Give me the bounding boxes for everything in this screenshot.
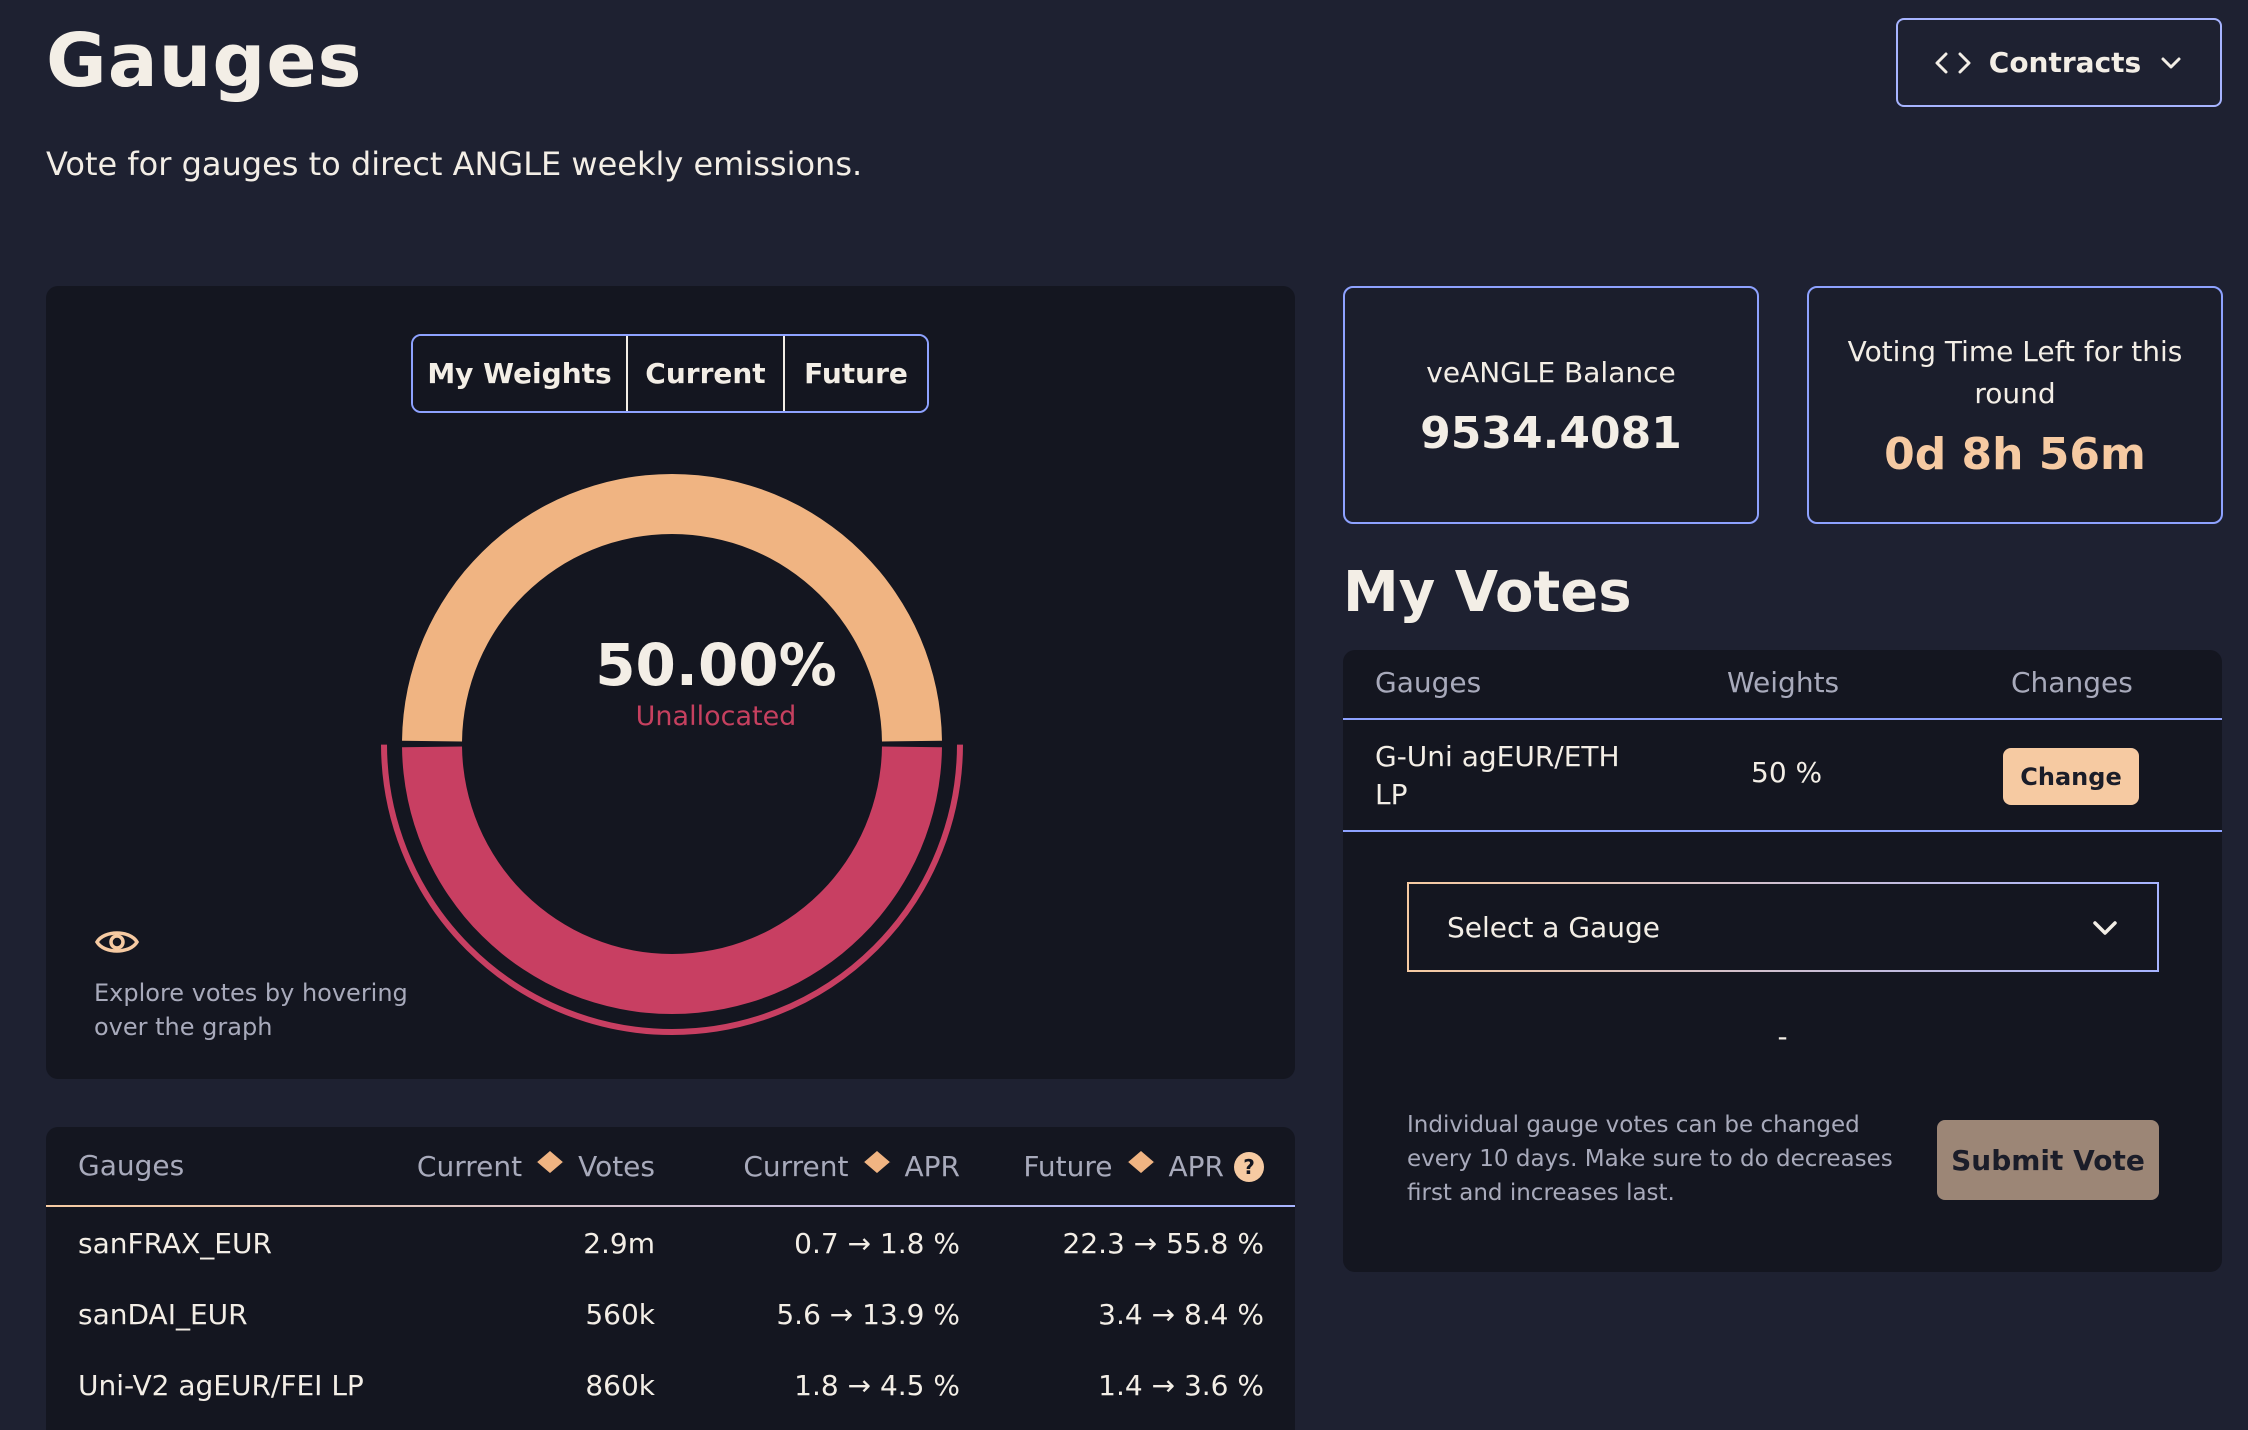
tab-future[interactable]: Future bbox=[785, 336, 927, 411]
voting-time-label: Voting Time Left for this round bbox=[1847, 334, 2183, 410]
header-changes: Changes bbox=[2011, 666, 2133, 699]
gauge-votes: 2.9m bbox=[583, 1227, 655, 1260]
gauge-votes: 860k bbox=[585, 1369, 655, 1402]
gauge-name: sanFRAX_EUR bbox=[78, 1227, 272, 1260]
tab-current[interactable]: Current bbox=[628, 336, 785, 411]
my-votes-panel: Gauges Weights Changes G-Uni agEUR/ETH L… bbox=[1343, 650, 2222, 1272]
header-gauges: Gauges bbox=[78, 1149, 185, 1182]
vote-rules-note: Individual gauge votes can be changed ev… bbox=[1407, 1112, 1893, 1206]
gauge-future-apr: 1.4 → 3.6 % bbox=[1098, 1369, 1264, 1402]
header-current-votes[interactable]: Current Votes bbox=[417, 1149, 655, 1184]
select-gauge-placeholder: Select a Gauge bbox=[1447, 910, 1660, 944]
donut-slice-unallocated[interactable] bbox=[402, 746, 942, 1015]
vote-row: G-Uni agEUR/ETH LP 50 % Change bbox=[1343, 720, 2222, 832]
gauges-table-header: Gauges Current Votes Current APR Future … bbox=[46, 1127, 1295, 1207]
gauge-current-apr: 1.8 → 4.5 % bbox=[794, 1369, 960, 1402]
header-current-apr-sub: APR bbox=[904, 1150, 961, 1183]
contracts-label: Contracts bbox=[1988, 46, 2142, 79]
balance-label: veANGLE Balance bbox=[1426, 355, 1676, 389]
gauge-future-apr: 22.3 → 55.8 % bbox=[1062, 1227, 1264, 1260]
gauge-current-apr: 0.7 → 1.8 % bbox=[794, 1227, 960, 1260]
header-future-apr-label: Future bbox=[1023, 1150, 1113, 1183]
select-gauge-dropdown[interactable]: Select a Gauge bbox=[1407, 882, 2159, 972]
gauges-table: Gauges Current Votes Current APR Future … bbox=[46, 1127, 1295, 1430]
gauge-votes: 560k bbox=[585, 1298, 655, 1331]
explore-hint: Explore votes by hovering over the graph bbox=[94, 926, 414, 1044]
table-row[interactable]: sanFRAX_EUR 2.9m 0.7 → 1.8 % 22.3 → 55.8… bbox=[46, 1207, 1295, 1278]
gauge-name: Uni-V2 agEUR/FEI LP bbox=[78, 1369, 364, 1402]
weights-donut-chart[interactable] bbox=[372, 444, 972, 1044]
sort-arrows-icon[interactable] bbox=[532, 1149, 568, 1184]
header-gauges: Gauges bbox=[1375, 666, 1482, 699]
change-button[interactable]: Change bbox=[2003, 748, 2139, 805]
weights-chart-card: My Weights Current Future 50.00% Unalloc… bbox=[46, 286, 1295, 1079]
header-current-apr-label: Current bbox=[743, 1150, 849, 1183]
header-current-apr[interactable]: Current APR bbox=[743, 1149, 960, 1184]
donut-center: 50.00% Unallocated bbox=[506, 631, 926, 732]
tab-my-weights[interactable]: My Weights bbox=[413, 336, 628, 411]
gauge-name: sanDAI_EUR bbox=[78, 1298, 248, 1331]
chevron-down-icon bbox=[2159, 55, 2183, 71]
header-weights: Weights bbox=[1727, 666, 1840, 699]
chevron-down-icon bbox=[2091, 911, 2119, 944]
vote-gauge-name: G-Uni agEUR/ETH LP bbox=[1375, 740, 1620, 811]
sort-arrows-icon[interactable] bbox=[859, 1149, 895, 1184]
vote-weight: 50 % bbox=[1751, 756, 1823, 789]
my-votes-header: Gauges Weights Changes bbox=[1343, 650, 2222, 720]
header-future-apr-sub: APR bbox=[1168, 1150, 1225, 1183]
contracts-dropdown-button[interactable]: Contracts bbox=[1896, 18, 2222, 107]
sort-arrows-icon[interactable] bbox=[1123, 1149, 1159, 1184]
header-current-votes-label: Current bbox=[416, 1150, 523, 1183]
table-row[interactable]: sanDAI_EUR 560k 5.6 → 13.9 % 3.4 → 8.4 % bbox=[46, 1278, 1295, 1349]
eye-icon bbox=[94, 931, 140, 962]
explore-text: Explore votes by hovering over the graph bbox=[94, 979, 408, 1041]
voting-time-card: Voting Time Left for this round 0d 8h 56… bbox=[1807, 286, 2223, 524]
veangle-balance-card: veANGLE Balance 9534.4081 bbox=[1343, 286, 1759, 524]
voting-time-value: 0d 8h 56m bbox=[1884, 428, 2146, 480]
page-title: Gauges bbox=[46, 18, 363, 104]
code-brackets-icon bbox=[1935, 51, 1971, 75]
submit-vote-button[interactable]: Submit Vote bbox=[1937, 1120, 2159, 1200]
chart-tabs: My Weights Current Future bbox=[411, 334, 929, 413]
vote-weight-placeholder: - bbox=[1777, 1020, 1788, 1053]
balance-value: 9534.4081 bbox=[1420, 407, 1682, 459]
header-future-apr[interactable]: Future APR ? bbox=[1023, 1149, 1264, 1184]
my-votes-title: My Votes bbox=[1343, 560, 1632, 625]
gauge-future-apr: 3.4 → 8.4 % bbox=[1098, 1298, 1264, 1331]
gauge-current-apr: 5.6 → 13.9 % bbox=[776, 1298, 960, 1331]
unallocated-percentage: 50.00% bbox=[595, 631, 837, 699]
table-row[interactable]: Uni-V2 agEUR/FEI LP 860k 1.8 → 4.5 % 1.4… bbox=[46, 1349, 1295, 1420]
page-subtitle: Vote for gauges to direct ANGLE weekly e… bbox=[46, 145, 863, 183]
header-current-votes-sub: Votes bbox=[578, 1150, 655, 1183]
unallocated-label: Unallocated bbox=[635, 701, 797, 732]
help-icon[interactable]: ? bbox=[1234, 1151, 1264, 1182]
